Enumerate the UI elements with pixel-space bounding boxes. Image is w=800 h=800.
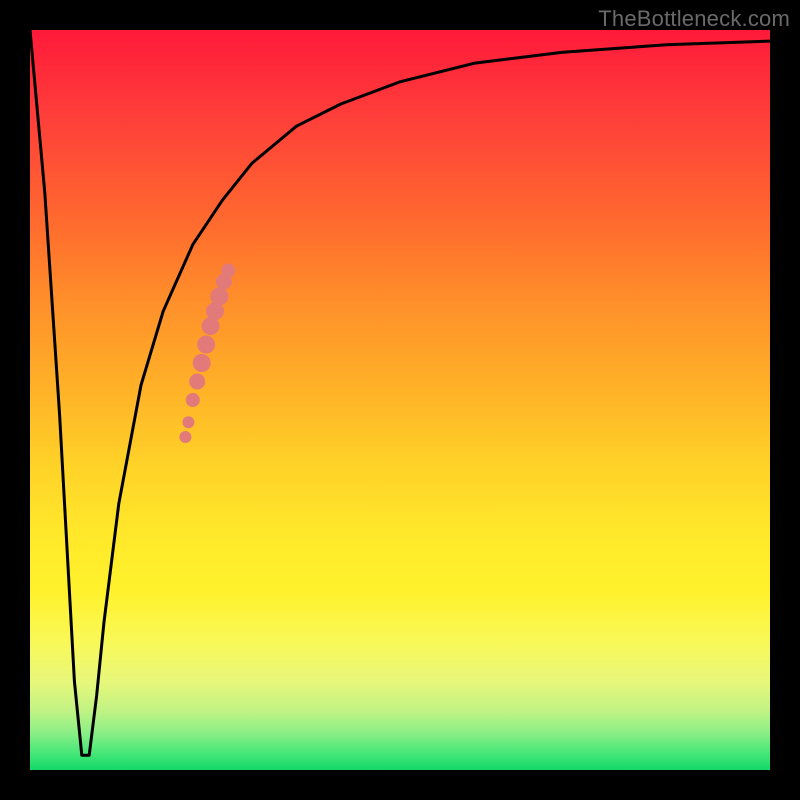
highlight-point (216, 274, 232, 290)
highlight-point (202, 317, 220, 335)
bottleneck-curve (30, 30, 770, 755)
chart-frame: TheBottleneck.com (0, 0, 800, 800)
highlight-point (189, 374, 205, 390)
highlight-point (186, 393, 200, 407)
highlight-point (182, 416, 194, 428)
highlight-point (210, 287, 228, 305)
highlight-point (179, 431, 191, 443)
highlight-cluster (179, 264, 235, 444)
highlight-point (206, 302, 224, 320)
highlight-point (197, 336, 215, 354)
highlight-point (221, 264, 235, 278)
watermark-text: TheBottleneck.com (598, 6, 790, 32)
plot-area (30, 30, 770, 770)
highlight-point (193, 354, 211, 372)
chart-svg (30, 30, 770, 770)
